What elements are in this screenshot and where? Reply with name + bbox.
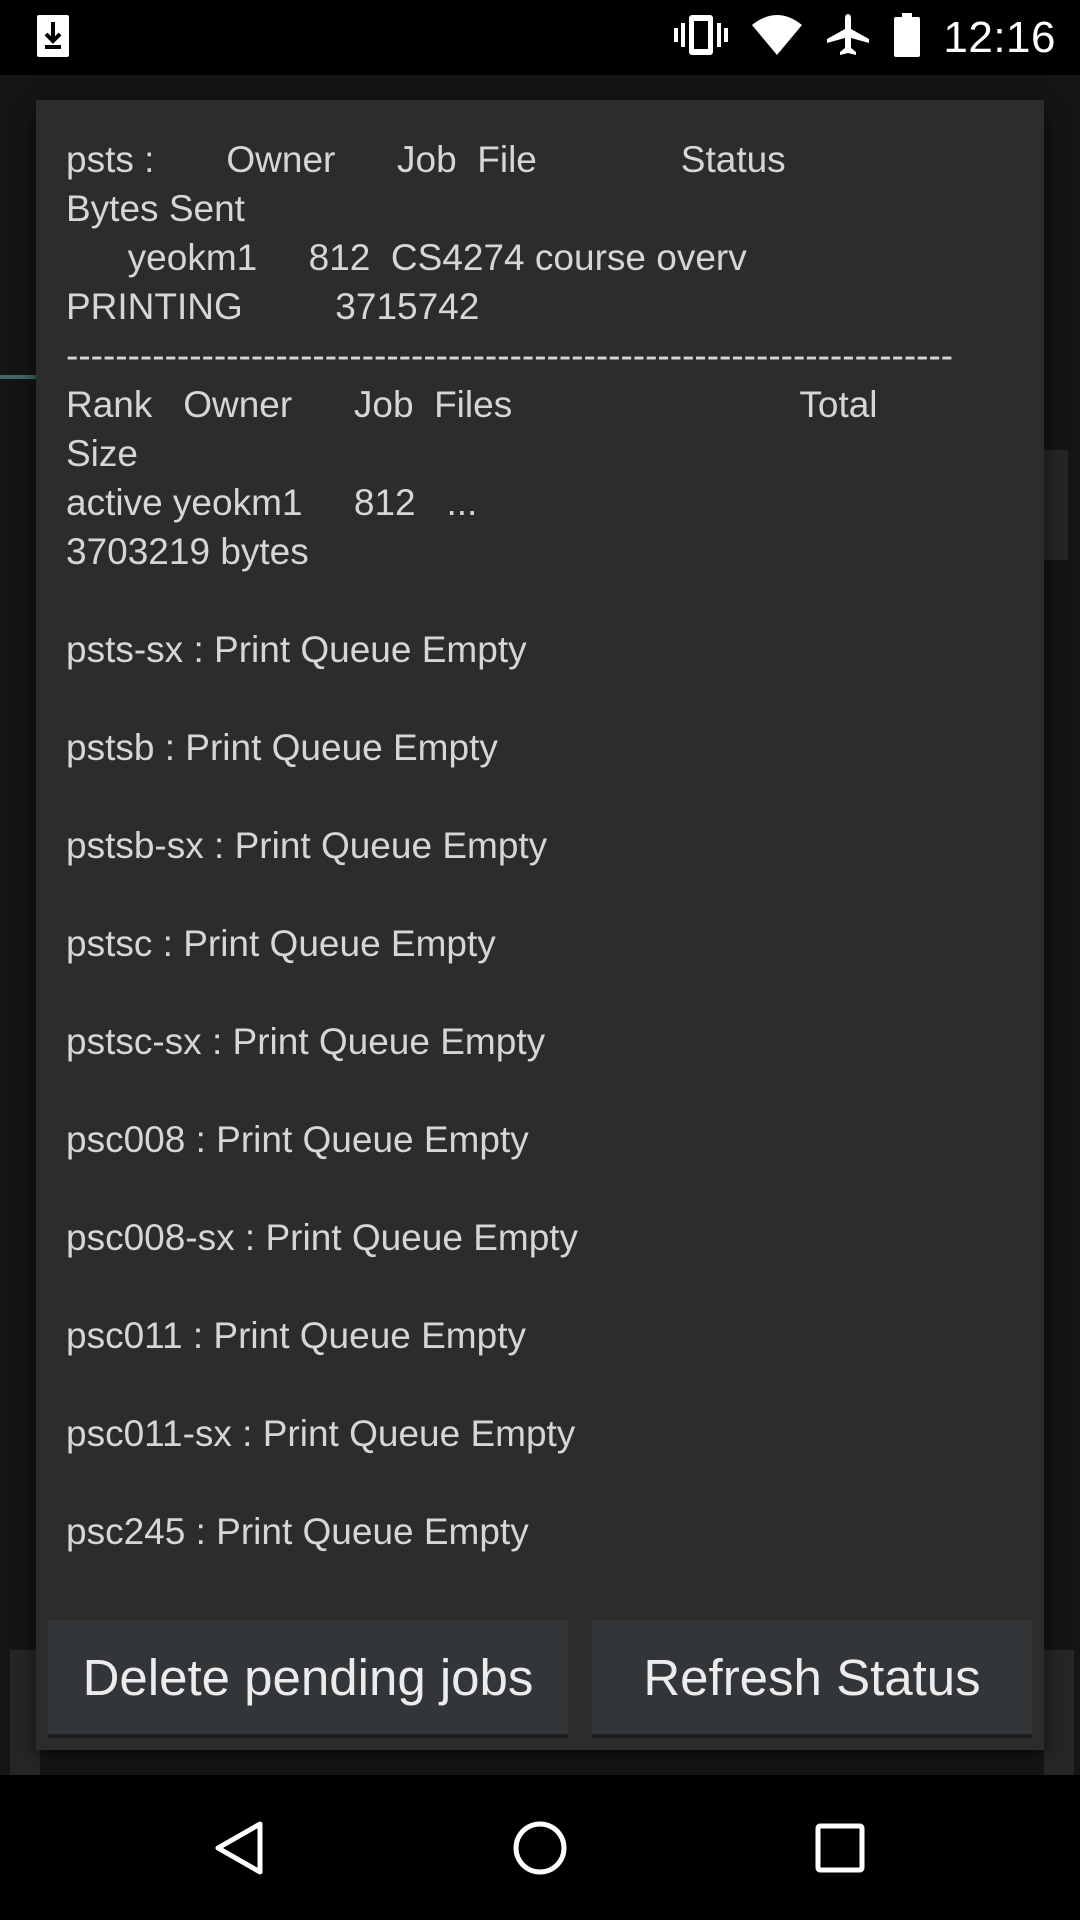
- background-field: [1044, 450, 1068, 560]
- output-line: Rank Owner Job Files Total: [66, 384, 878, 425]
- refresh-status-button[interactable]: Refresh Status: [592, 1620, 1032, 1738]
- wifi-icon: [751, 13, 803, 62]
- output-line: psc008-sx : Print Queue Empty: [66, 1217, 579, 1258]
- separator-line: ----------------------------------------…: [66, 335, 954, 376]
- tab-indicator: [0, 375, 40, 379]
- home-icon[interactable]: [470, 1775, 610, 1920]
- output-line: psc011-sx : Print Queue Empty: [66, 1413, 576, 1454]
- print-status-dialog: psts : Owner Job File Status Bytes Sent y…: [36, 100, 1044, 1750]
- output-line: pstsb : Print Queue Empty: [66, 727, 498, 768]
- delete-pending-jobs-button[interactable]: Delete pending jobs: [48, 1620, 568, 1738]
- dialog-buttons: Delete pending jobs Refresh Status: [48, 1620, 1032, 1738]
- battery-icon: [893, 12, 921, 63]
- output-line: pstsc : Print Queue Empty: [66, 923, 496, 964]
- output-line: psc245 : Print Queue Empty: [66, 1511, 529, 1552]
- output-line: PRINTING 3715742: [66, 286, 480, 327]
- airplane-icon: [825, 12, 871, 63]
- print-queue-output: psts : Owner Job File Status Bytes Sent y…: [66, 135, 1016, 1556]
- vibrate-icon: [673, 13, 729, 62]
- output-line: yeokm1 812 CS4274 course overv: [66, 237, 747, 278]
- output-line: psc008 : Print Queue Empty: [66, 1119, 529, 1160]
- output-line: active yeokm1 812 ...: [66, 482, 478, 523]
- output-line: pstsc-sx : Print Queue Empty: [66, 1021, 546, 1062]
- output-line: pstsb-sx : Print Queue Empty: [66, 825, 548, 866]
- output-line: psts-sx : Print Queue Empty: [66, 629, 527, 670]
- download-icon: [36, 14, 70, 58]
- output-line: Bytes Sent: [66, 188, 245, 229]
- recents-icon[interactable]: [770, 1775, 910, 1920]
- back-icon[interactable]: [170, 1775, 310, 1920]
- output-line: psts : Owner Job File Status: [66, 139, 786, 180]
- navigation-bar: [0, 1775, 1080, 1920]
- status-bar: 12:16: [0, 0, 1080, 75]
- output-line: 3703219 bytes: [66, 531, 309, 572]
- output-line: psc011 : Print Queue Empty: [66, 1315, 526, 1356]
- output-line: Size: [66, 433, 138, 474]
- status-time: 12:16: [943, 12, 1056, 62]
